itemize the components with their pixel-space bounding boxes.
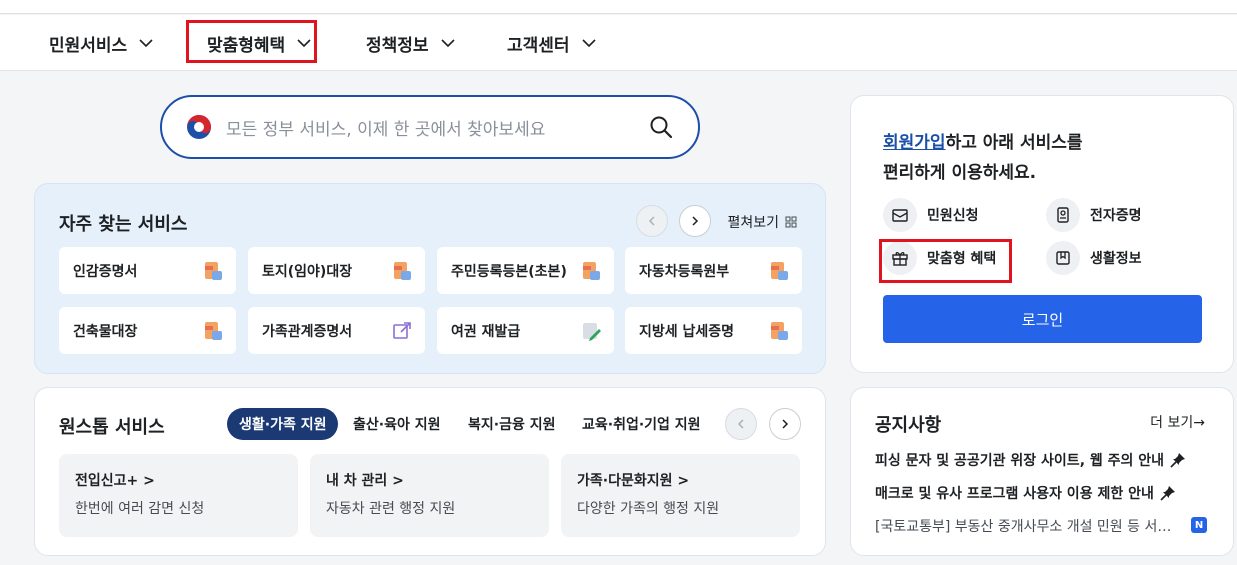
tile-label: 주민등록등본(초본): [451, 263, 567, 280]
service-tile[interactable]: 인감증명서: [59, 247, 236, 294]
onestop-card[interactable]: 가족·다문화지원 > 다양한 가족의 행정 지원: [561, 454, 800, 537]
edit-doc-icon: [583, 323, 601, 341]
section-title: 원스톱 서비스: [59, 417, 165, 438]
tab-birth-childcare[interactable]: 출산·육아 지원: [353, 408, 440, 440]
chevron-left-icon: [648, 216, 655, 226]
tab-life-family[interactable]: 생활·가족 지원: [227, 408, 339, 440]
service-tile[interactable]: 여권 재발급: [437, 307, 614, 354]
prev-button[interactable]: [725, 408, 757, 440]
search-bar[interactable]: 모든 정부 서비스, 이제 한 곳에서 찾아보세요: [160, 95, 700, 159]
member-panel: 회원가입하고 아래 서비스를 편리하게 이용하세요. 민원신청 전자증명 맞춤형…: [850, 95, 1234, 373]
grid-icon: [785, 216, 797, 228]
quick-service-label: 전자증명: [1090, 208, 1142, 224]
signup-link[interactable]: 회원가입: [883, 133, 946, 153]
card-title: 전입신고+ >: [75, 473, 155, 489]
expand-button[interactable]: 펼쳐보기: [727, 212, 797, 232]
top-utility-bar: [0, 0, 1237, 14]
quick-service-label: 생활정보: [1090, 251, 1142, 267]
card-desc: 자동차 관련 행정 지원: [326, 501, 456, 517]
chevron-down-icon: [581, 39, 596, 48]
notice-item[interactable]: 매크로 및 유사 프로그램 사용자 이용 제한 안내: [875, 483, 1176, 503]
service-tile[interactable]: 건축물대장: [59, 307, 236, 354]
onestop-services-panel: 원스톱 서비스 생활·가족 지원 출산·육아 지원 복지·금융 지원 교육·취업…: [34, 387, 826, 556]
tile-label: 여권 재발급: [451, 323, 521, 340]
service-tile[interactable]: 지방세 납세증명: [625, 307, 802, 354]
nav-item-civil-service[interactable]: 민원서비스: [49, 15, 155, 71]
id-card-icon: [1046, 198, 1080, 232]
member-intro: 회원가입하고 아래 서비스를 편리하게 이용하세요.: [883, 128, 1083, 188]
next-button[interactable]: [769, 408, 801, 440]
pdf-doc-icon: [394, 262, 411, 280]
tab-edu-job-business[interactable]: 교육·취업·기업 지원: [582, 408, 701, 440]
new-badge: N: [1191, 517, 1207, 533]
tile-label: 토지(임야)대장: [262, 263, 353, 280]
pdf-doc-icon: [771, 322, 788, 340]
nav-label: 고객센터: [507, 35, 570, 56]
mail-doc-icon: [883, 198, 917, 232]
nav-label: 민원서비스: [49, 35, 128, 56]
intro-line1: 하고 아래 서비스를: [945, 133, 1083, 153]
tile-label: 지방세 납세증명: [639, 323, 735, 340]
quick-service-e-cert[interactable]: 전자증명: [1046, 198, 1142, 232]
nav-item-customer-center[interactable]: 고객센터: [507, 15, 598, 71]
card-desc: 한번에 여러 감면 신청: [75, 501, 205, 517]
notice-text: 피싱 문자 및 공공기관 위장 사이트, 웹 주의 안내: [875, 453, 1165, 469]
prev-button[interactable]: [636, 205, 668, 237]
tile-label: 자동차등록원부: [639, 263, 730, 280]
frequent-services-panel: 자주 찾는 서비스 펼쳐보기 인감증명서 토지(임야)대장 주민등록등본(초본)…: [34, 183, 826, 374]
quick-service-label: 민원신청: [927, 208, 979, 224]
taeguk-logo-icon: [187, 115, 211, 139]
onestop-card[interactable]: 내 차 관리 > 자동차 관련 행정 지원: [310, 454, 549, 537]
highlight-box-benefit: [879, 239, 1012, 283]
tile-label: 가족관계증명서: [262, 323, 353, 340]
search-button[interactable]: [646, 112, 676, 142]
card-title: 내 차 관리 >: [326, 473, 404, 489]
chevron-down-icon: [440, 39, 455, 48]
next-button[interactable]: [679, 205, 711, 237]
notice-text: 매크로 및 유사 프로그램 사용자 이용 제한 안내: [875, 486, 1154, 502]
service-tile[interactable]: 가족관계증명서: [248, 307, 425, 354]
quick-service-life-info[interactable]: 생활정보: [1046, 241, 1142, 275]
service-tile[interactable]: 자동차등록원부: [625, 247, 802, 294]
pdf-doc-icon: [205, 262, 222, 280]
more-link[interactable]: 더 보기→: [1150, 412, 1205, 432]
highlight-box-nav: [186, 20, 317, 63]
chevron-left-icon: [737, 419, 744, 429]
expand-label: 펼쳐보기: [727, 215, 779, 231]
pdf-doc-icon: [583, 262, 600, 280]
tab-welfare-finance[interactable]: 복지·금융 지원: [468, 408, 555, 440]
tile-label: 건축물대장: [73, 323, 138, 340]
chevron-right-icon: [782, 419, 789, 429]
section-title: 공지사항: [875, 415, 942, 436]
service-tile[interactable]: 토지(임야)대장: [248, 247, 425, 294]
pdf-doc-icon: [205, 322, 222, 340]
nav-item-policy-info[interactable]: 정책정보: [366, 15, 457, 71]
login-button[interactable]: 로그인: [883, 295, 1202, 343]
chevron-right-icon: [692, 216, 699, 226]
pin-icon: [1170, 453, 1186, 468]
bookmark-icon: [1046, 241, 1080, 275]
nav-label: 정책정보: [366, 35, 429, 56]
pin-icon: [1160, 486, 1175, 501]
card-title: 가족·다문화지원 >: [577, 473, 690, 489]
external-link-icon: [393, 322, 411, 339]
pdf-doc-icon: [771, 262, 788, 280]
notice-item[interactable]: [국토교통부] 부동산 중개사무소 개설 민원 등 서…: [875, 516, 1175, 536]
quick-service-civil[interactable]: 민원신청: [883, 198, 979, 232]
section-title: 자주 찾는 서비스: [59, 214, 188, 235]
search-input[interactable]: 모든 정부 서비스, 이제 한 곳에서 찾아보세요: [226, 115, 646, 140]
chevron-down-icon: [139, 39, 153, 48]
search-icon: [650, 116, 673, 139]
notice-panel: 공지사항 더 보기→ 피싱 문자 및 공공기관 위장 사이트, 웹 주의 안내 …: [850, 387, 1234, 556]
onestop-card[interactable]: 전입신고+ > 한번에 여러 감면 신청: [59, 454, 298, 537]
service-tile[interactable]: 주민등록등본(초본): [437, 247, 614, 294]
card-desc: 다양한 가족의 행정 지원: [577, 501, 720, 517]
tile-label: 인감증명서: [73, 263, 138, 280]
intro-line2: 편리하게 이용하세요.: [883, 163, 1037, 183]
notice-item[interactable]: 피싱 문자 및 공공기관 위장 사이트, 웹 주의 안내: [875, 450, 1186, 470]
